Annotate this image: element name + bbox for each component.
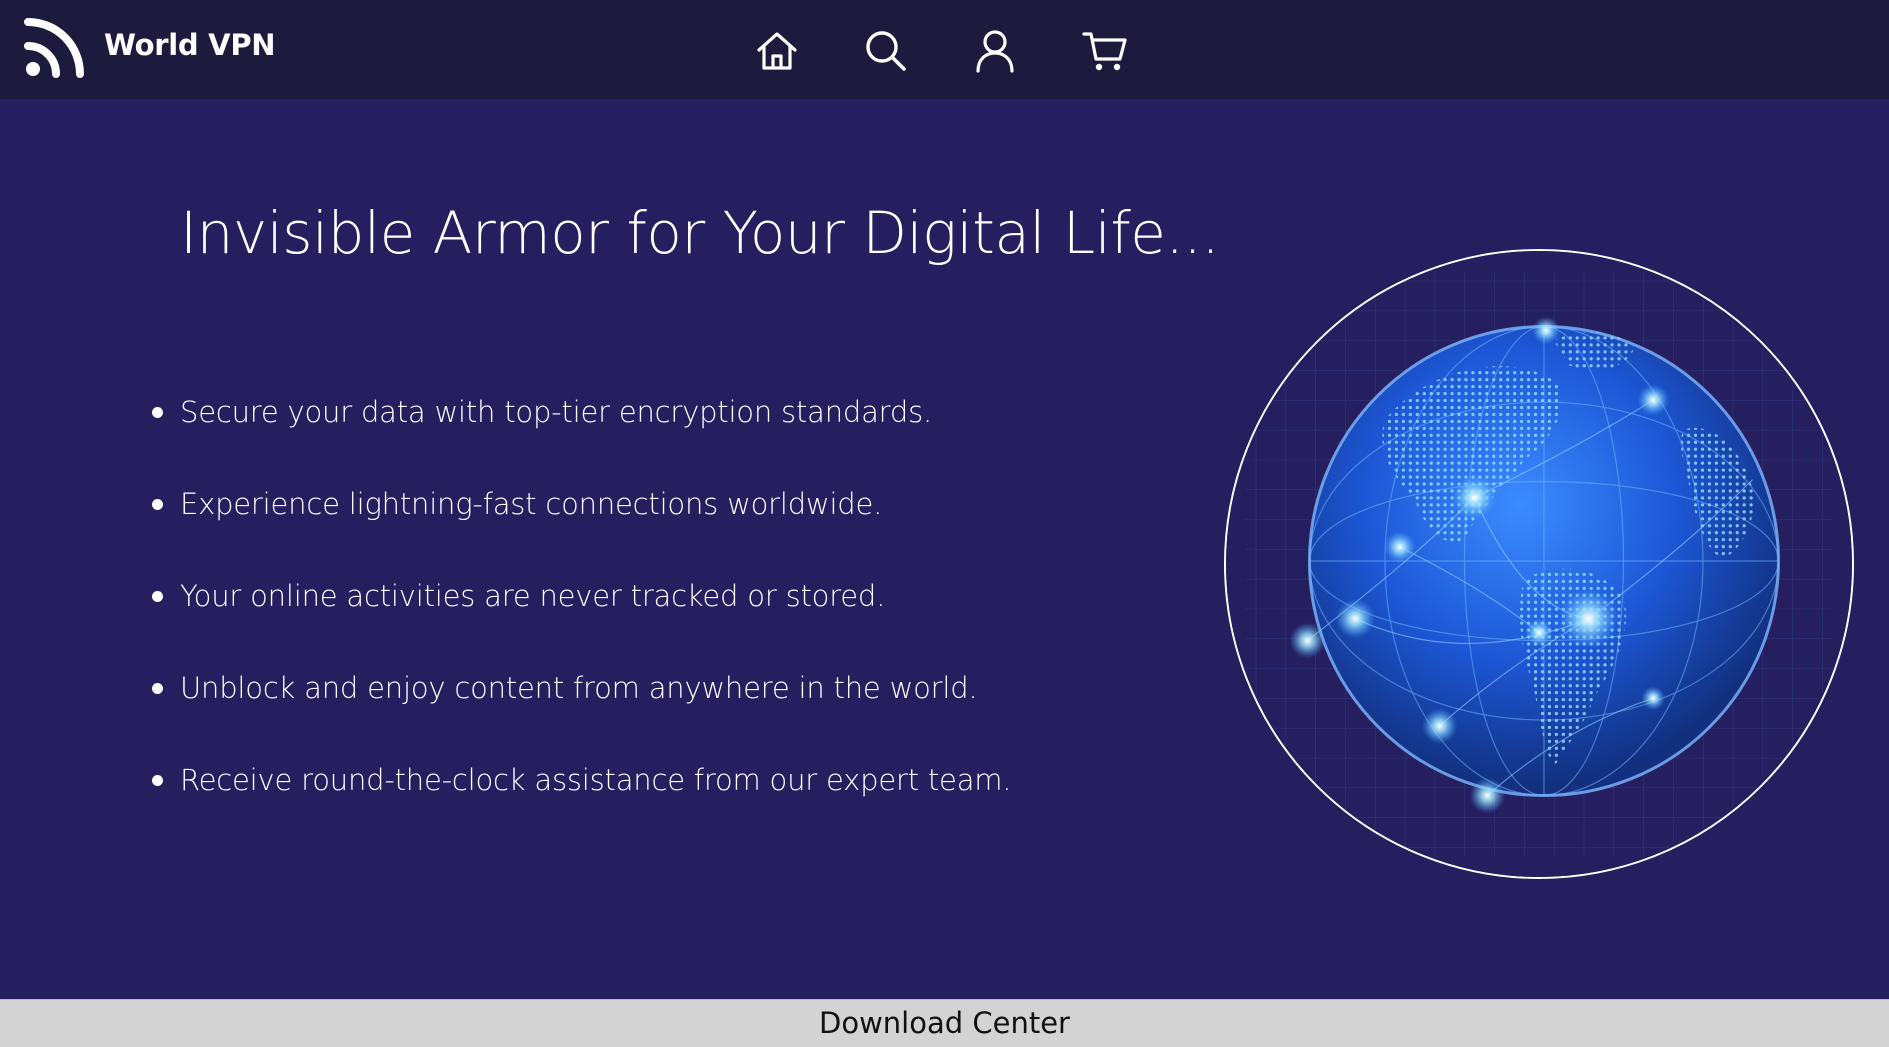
feature-item: Experience lightning-fast connections wo…	[152, 479, 1011, 571]
search-icon	[866, 31, 906, 71]
hero-section: Invisible Armor for Your Digital Life...…	[0, 99, 1889, 999]
globe-network-illustration	[1226, 251, 1852, 877]
feature-text: Experience lightning-fast connections wo…	[180, 487, 883, 521]
feature-item: Your online activities are never tracked…	[152, 571, 1011, 663]
wifi-signal-icon	[24, 18, 84, 78]
bullet-icon	[152, 499, 163, 510]
feature-item: Receive round-the-clock assistance from …	[152, 755, 1012, 847]
user-icon	[976, 30, 1014, 73]
globe-image	[1224, 249, 1854, 879]
nav-cart-button[interactable]	[1082, 28, 1128, 74]
hero-headline: Invisible Armor for Your Digital Life...	[180, 199, 1220, 267]
nav-account-button[interactable]	[972, 28, 1018, 74]
bullet-icon	[152, 775, 163, 786]
feature-text: Unblock and enjoy content from anywhere …	[180, 671, 978, 705]
feature-text: Receive round-the-clock assistance from …	[180, 763, 1012, 797]
bullet-icon	[152, 407, 163, 418]
brand-name: World VPN	[104, 28, 276, 62]
brand-logo-link[interactable]: World VPN	[24, 12, 276, 78]
feature-item: Secure your data with top-tier encryptio…	[152, 387, 1011, 479]
nav-search-button[interactable]	[863, 28, 909, 74]
nav-home-button[interactable]	[754, 28, 800, 74]
download-center-bar[interactable]: Download Center	[0, 999, 1889, 1047]
cart-icon	[1082, 32, 1127, 71]
bullet-icon	[152, 683, 163, 694]
bullet-icon	[152, 591, 163, 602]
top-navigation-bar: World VPN	[0, 0, 1889, 99]
feature-text: Secure your data with top-tier encryptio…	[180, 395, 933, 429]
download-center-label: Download Center	[819, 1006, 1070, 1040]
feature-text: Your online activities are never tracked…	[180, 579, 886, 613]
feature-item: Unblock and enjoy content from anywhere …	[152, 663, 1011, 755]
home-icon	[757, 32, 797, 70]
feature-list: Secure your data with top-tier encryptio…	[152, 387, 1012, 847]
